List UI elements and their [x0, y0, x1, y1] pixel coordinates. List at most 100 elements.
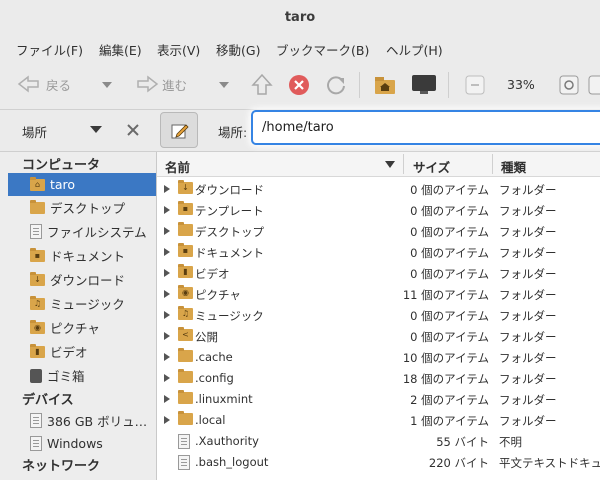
sidebar-section-network: ネットワーク [22, 459, 101, 474]
sidebar-item-music[interactable]: ♫ ミュージック [8, 292, 156, 315]
home-icon[interactable] [373, 74, 397, 96]
file-list: 名前 サイズ 種類 ↓ ダウンロード 0 個のアイテム フォルダー ▪ テンプレ… [157, 152, 600, 480]
sidebar-section-computer: コンピュータ [22, 158, 101, 173]
file-row[interactable]: .bash_logout 220 バイト 平文テキストドキュ… [157, 452, 600, 473]
pictures-folder-icon: ◉ [30, 319, 45, 334]
back-history-chevron-icon[interactable] [101, 81, 113, 89]
computer-icon[interactable] [411, 74, 437, 96]
column-divider[interactable] [403, 154, 404, 174]
forward-label: 進む [162, 77, 188, 93]
sidebar-item-videos[interactable]: ▮ ビデオ [8, 340, 156, 363]
file-row[interactable]: .local 1 個のアイテム フォルダー [157, 410, 600, 431]
expand-triangle-icon[interactable] [164, 374, 170, 382]
location-bar: 場所 場所: /home/taro [0, 110, 600, 152]
expand-triangle-icon[interactable] [164, 332, 170, 340]
sidebar-item-filesystem[interactable]: ファイルシステム [8, 220, 156, 243]
file-row[interactable]: ▮ ビデオ 0 個のアイテム フォルダー [157, 263, 600, 284]
expand-triangle-icon[interactable] [164, 269, 170, 277]
downloads-folder-icon: ↓ [178, 180, 193, 194]
sidebar-item-pictures[interactable]: ◉ ピクチャ [8, 316, 156, 339]
templates-folder-icon: ▪ [178, 201, 193, 215]
expand-triangle-icon[interactable] [164, 290, 170, 298]
menu-go[interactable]: 移動(G) [216, 40, 260, 59]
folder-icon [178, 222, 193, 236]
file-row[interactable]: .linuxmint 2 個のアイテム フォルダー [157, 389, 600, 410]
stop-icon[interactable] [288, 74, 310, 96]
file-name: .linuxmint [195, 392, 253, 406]
column-type[interactable]: 種類 [501, 157, 526, 176]
sidebar-item-label: ピクチャ [50, 321, 100, 336]
file-type: フォルダー [499, 393, 557, 407]
close-sidebar-icon[interactable] [126, 123, 140, 137]
sidebar-section-devices: デバイス [22, 393, 74, 408]
file-row[interactable]: .cache 10 個のアイテム フォルダー [157, 347, 600, 368]
expand-triangle-icon[interactable] [164, 395, 170, 403]
file-row[interactable]: .config 18 個のアイテム フォルダー [157, 368, 600, 389]
toolbar: 戻る 進む 33% [0, 60, 600, 110]
expand-triangle-icon[interactable] [164, 416, 170, 424]
file-size: 2 個のアイテム [410, 393, 489, 407]
sidebar-mode-label[interactable]: 場所 [22, 122, 47, 141]
menu-bookmarks[interactable]: ブックマーク(B) [276, 40, 369, 59]
expand-triangle-icon[interactable] [164, 185, 170, 193]
up-arrow-icon[interactable] [250, 73, 274, 97]
zoom-reset-icon[interactable] [559, 75, 579, 95]
file-row[interactable]: デスクトップ 0 個のアイテム フォルダー [157, 221, 600, 242]
sidebar-item-taro[interactable]: ⌂ taro [8, 173, 156, 196]
menu-file[interactable]: ファイル(F) [16, 40, 83, 59]
reload-icon[interactable] [325, 74, 347, 96]
sidebar-item-documents[interactable]: ▪ ドキュメント [8, 244, 156, 267]
file-size: 0 個のアイテム [410, 330, 489, 344]
file-row[interactable]: ▪ ドキュメント 0 個のアイテム フォルダー [157, 242, 600, 263]
column-header: 名前 サイズ 種類 [157, 152, 600, 177]
column-name[interactable]: 名前 [165, 157, 190, 176]
expand-triangle-icon[interactable] [164, 248, 170, 256]
file-row[interactable]: ↓ ダウンロード 0 個のアイテム フォルダー [157, 179, 600, 200]
zoom-out-icon[interactable] [465, 75, 485, 95]
file-type: フォルダー [499, 372, 557, 386]
sort-descending-icon[interactable] [384, 160, 396, 169]
expand-triangle-icon[interactable] [164, 206, 170, 214]
expand-triangle-icon[interactable] [164, 227, 170, 235]
location-path-value: /home/taro [262, 120, 334, 135]
sidebar-item-label: Windows [47, 436, 103, 451]
file-size: 0 個のアイテム [410, 225, 489, 239]
toggle-location-entry-button[interactable] [160, 112, 198, 148]
edit-pencil-icon [171, 124, 189, 139]
sidebar-item-windows[interactable]: Windows [8, 432, 156, 455]
file-name: .Xauthority [195, 434, 259, 448]
file-type: フォルダー [499, 309, 557, 323]
forward-history-chevron-icon[interactable] [218, 81, 230, 89]
videos-folder-icon: ▮ [178, 264, 193, 278]
forward-button[interactable]: 進む [134, 74, 187, 94]
location-path-input[interactable]: /home/taro [251, 110, 600, 145]
menu-view[interactable]: 表示(V) [157, 40, 200, 59]
downloads-folder-icon: ↓ [30, 271, 45, 286]
file-row[interactable]: ◉ ピクチャ 11 個のアイテム フォルダー [157, 284, 600, 305]
sidebar-item-trash[interactable]: ゴミ箱 [8, 364, 156, 387]
file-row[interactable]: ▪ テンプレート 0 個のアイテム フォルダー [157, 200, 600, 221]
sidebar-item-volume[interactable]: 386 GB ボリュ… [8, 409, 156, 432]
file-row[interactable]: .Xauthority 55 バイト 不明 [157, 431, 600, 452]
pictures-folder-icon: ◉ [178, 285, 193, 299]
home-folder-icon: ⌂ [30, 176, 45, 191]
zoom-in-icon[interactable] [588, 75, 600, 95]
file-name: .cache [195, 350, 233, 364]
sidebar-mode-chevron-icon[interactable] [89, 125, 103, 134]
file-row[interactable]: < 公開 0 個のアイテム フォルダー [157, 326, 600, 347]
file-size: 0 個のアイテム [410, 204, 489, 218]
file-name: ミュージック [195, 309, 264, 323]
toolbar-separator [448, 72, 449, 98]
expand-triangle-icon[interactable] [164, 311, 170, 319]
back-button[interactable]: 戻る [16, 74, 71, 94]
sidebar-item-downloads[interactable]: ↓ ダウンロード [8, 268, 156, 291]
sidebar-item-desktop[interactable]: デスクトップ [8, 196, 156, 219]
column-divider[interactable] [492, 154, 493, 174]
expand-triangle-icon[interactable] [164, 353, 170, 361]
menu-help[interactable]: ヘルプ(H) [386, 40, 443, 59]
column-size[interactable]: サイズ [413, 157, 450, 176]
menu-edit[interactable]: 編集(E) [99, 40, 142, 59]
sidebar: コンピュータ ⌂ taro デスクトップ ファイルシステム ▪ ドキュメント ↓… [0, 152, 157, 480]
sidebar-item-label: ゴミ箱 [47, 369, 85, 384]
file-row[interactable]: ♫ ミュージック 0 個のアイテム フォルダー [157, 305, 600, 326]
